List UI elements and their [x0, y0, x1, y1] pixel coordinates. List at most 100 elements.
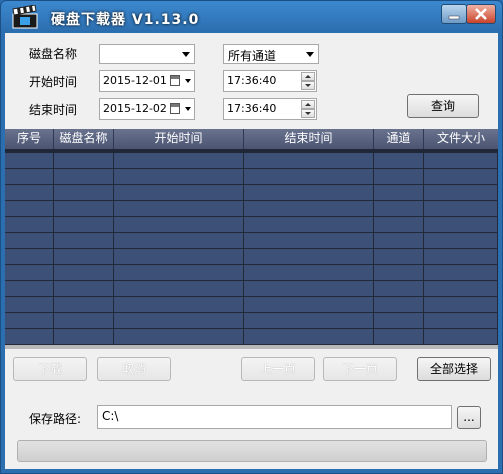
- column-header-index[interactable]: 序号: [5, 129, 54, 149]
- table-cell: [244, 281, 374, 296]
- table-row[interactable]: [5, 201, 498, 217]
- table-row[interactable]: [5, 153, 498, 169]
- start-time-value: 17:36:40: [227, 74, 277, 87]
- table-cell: [5, 153, 54, 168]
- start-date-value: 2015-12-01: [103, 74, 167, 87]
- end-time-spinner[interactable]: [301, 100, 315, 118]
- end-date-picker[interactable]: 2015-12-02: [99, 98, 195, 120]
- table-cell: [374, 297, 424, 312]
- table-cell: [54, 265, 114, 280]
- table-cell: [5, 201, 54, 216]
- table-cell: [54, 313, 114, 328]
- table-cell: [424, 153, 498, 168]
- disk-name-label: 磁盘名称: [29, 47, 78, 61]
- spin-up-icon[interactable]: [301, 100, 315, 109]
- end-time-label: 结束时间: [29, 103, 78, 117]
- column-header-disk-name[interactable]: 磁盘名称: [54, 129, 114, 149]
- spin-down-icon[interactable]: [301, 81, 315, 90]
- table-cell: [5, 265, 54, 280]
- table-cell: [54, 249, 114, 264]
- chevron-down-icon: [185, 79, 191, 83]
- table-cell: [54, 153, 114, 168]
- table-row[interactable]: [5, 249, 498, 265]
- table-row[interactable]: [5, 169, 498, 185]
- save-path-input[interactable]: C:\: [97, 405, 452, 429]
- table-cell: [5, 169, 54, 184]
- column-header-end-time[interactable]: 结束时间: [244, 129, 374, 149]
- table-cell: [424, 217, 498, 232]
- download-button[interactable]: 下载: [13, 357, 87, 381]
- channel-select[interactable]: 所有通道: [223, 44, 319, 64]
- table-cell: [244, 153, 374, 168]
- table-cell: [244, 265, 374, 280]
- close-icon: [475, 8, 487, 20]
- calendar-icon: [170, 103, 180, 114]
- calendar-icon: [170, 75, 180, 86]
- table-cell: [244, 201, 374, 216]
- browse-button[interactable]: ...: [457, 406, 481, 429]
- table-cell: [114, 201, 244, 216]
- table-cell: [114, 297, 244, 312]
- table-cell: [424, 313, 498, 328]
- table-cell: [114, 153, 244, 168]
- table-cell: [114, 233, 244, 248]
- table-cell: [244, 185, 374, 200]
- table-cell: [114, 265, 244, 280]
- table-body[interactable]: [5, 153, 498, 345]
- start-time-field[interactable]: 17:36:40: [223, 70, 317, 92]
- table-row[interactable]: [5, 233, 498, 249]
- table-row[interactable]: [5, 281, 498, 297]
- table-cell: [244, 249, 374, 264]
- disk-name-select[interactable]: [99, 44, 195, 64]
- cancel-button[interactable]: 取消: [97, 357, 171, 381]
- table-cell: [374, 281, 424, 296]
- title-bar[interactable]: 硬盘下载器 V1.13.0: [1, 1, 502, 33]
- table-cell: [114, 169, 244, 184]
- table-cell: [54, 297, 114, 312]
- table-cell: [54, 281, 114, 296]
- spin-up-icon[interactable]: [301, 72, 315, 81]
- table-cell: [244, 233, 374, 248]
- table-cell: [424, 281, 498, 296]
- table-cell: [5, 249, 54, 264]
- window-title: 硬盘下载器 V1.13.0: [51, 12, 200, 28]
- column-header-channel[interactable]: 通道: [374, 129, 424, 149]
- table-row[interactable]: [5, 185, 498, 201]
- end-time-field[interactable]: 17:36:40: [223, 98, 317, 120]
- select-all-button[interactable]: 全部选择: [417, 357, 491, 381]
- table-cell: [5, 233, 54, 248]
- spin-down-icon[interactable]: [301, 109, 315, 118]
- end-time-value: 17:36:40: [227, 102, 277, 115]
- column-header-start-time[interactable]: 开始时间: [114, 129, 244, 149]
- table-cell: [114, 313, 244, 328]
- table-row[interactable]: [5, 297, 498, 313]
- minimize-button[interactable]: [441, 4, 467, 24]
- table-row[interactable]: [5, 329, 498, 345]
- table-cell: [5, 185, 54, 200]
- table-cell: [374, 265, 424, 280]
- table-row[interactable]: [5, 313, 498, 329]
- recordings-table[interactable]: 序号 磁盘名称 开始时间 结束时间 通道 文件大小: [5, 129, 498, 349]
- start-time-spinner[interactable]: [301, 72, 315, 90]
- column-header-file-size[interactable]: 文件大小: [424, 129, 498, 149]
- prev-page-button[interactable]: 上一页: [241, 357, 315, 381]
- client-area: 磁盘名称 所有通道 开始时间 2015-12-01 17:36:40 结束时间 …: [5, 33, 498, 469]
- table-cell: [5, 281, 54, 296]
- next-page-button[interactable]: 下一页: [323, 357, 397, 381]
- table-cell: [5, 217, 54, 232]
- table-row[interactable]: [5, 217, 498, 233]
- table-cell: [54, 169, 114, 184]
- table-cell: [5, 313, 54, 328]
- query-button[interactable]: 查询: [407, 94, 479, 118]
- main-window: 硬盘下载器 V1.13.0 磁盘名称 所有通道 开始时间 2015-12-01 …: [0, 0, 503, 474]
- chevron-down-icon: [306, 52, 314, 57]
- start-date-picker[interactable]: 2015-12-01: [99, 70, 195, 92]
- table-cell: [54, 185, 114, 200]
- close-button[interactable]: [466, 4, 496, 24]
- table-cell: [424, 185, 498, 200]
- table-cell: [244, 297, 374, 312]
- table-cell: [374, 233, 424, 248]
- table-row[interactable]: [5, 265, 498, 281]
- table-cell: [374, 249, 424, 264]
- table-cell: [54, 217, 114, 232]
